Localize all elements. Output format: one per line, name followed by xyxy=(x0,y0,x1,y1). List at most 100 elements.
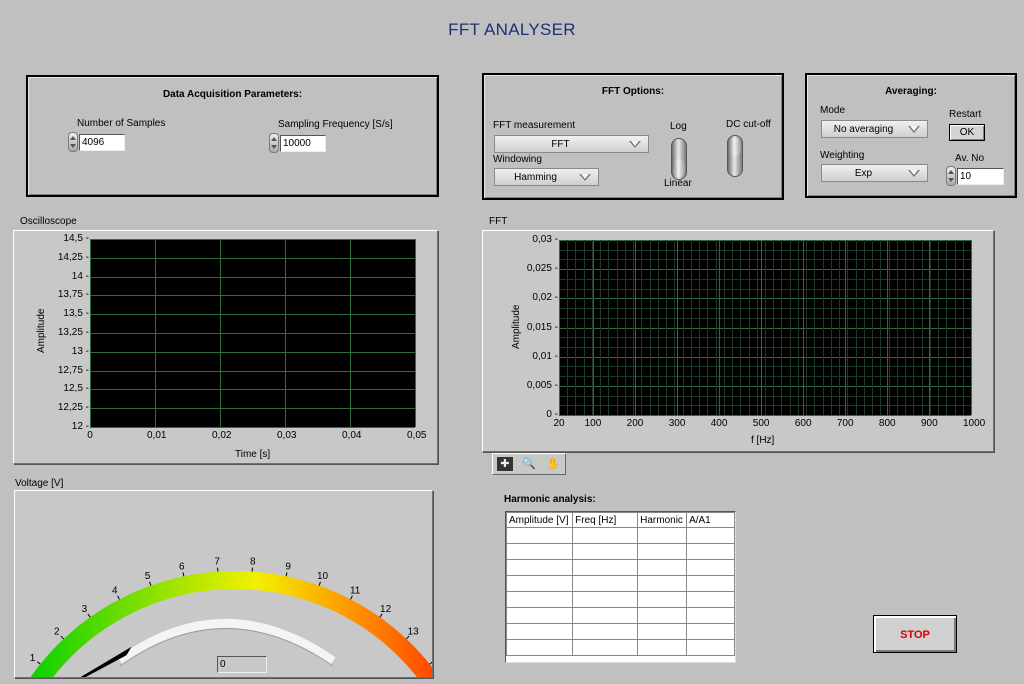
windowing-label: Windowing xyxy=(493,154,542,165)
averaging-panel: Averaging: Mode No averaging Restart OK … xyxy=(805,73,1017,198)
fft-minor-gridline xyxy=(954,240,956,415)
fft-minor-gridline xyxy=(830,240,832,415)
table-cell[interactable] xyxy=(506,575,574,592)
table-row[interactable] xyxy=(506,607,735,624)
table-cell[interactable] xyxy=(637,559,688,576)
table-cell[interactable] xyxy=(637,623,688,640)
fft-minor-gridline xyxy=(921,240,923,415)
harmonic-table[interactable]: Amplitude [V] Freq [Hz] Harmonic A/A1 xyxy=(505,511,736,663)
fft-minor-gridline xyxy=(699,240,701,415)
fs-spinner[interactable] xyxy=(269,133,279,153)
table-cell[interactable] xyxy=(637,543,688,560)
avno-input[interactable]: 10 xyxy=(957,167,1004,185)
table-row[interactable] xyxy=(506,575,735,592)
meter-tick xyxy=(182,572,185,577)
oscilloscope-gridline xyxy=(90,314,415,316)
measurement-select[interactable]: FFT xyxy=(494,135,649,153)
table-cell[interactable] xyxy=(506,607,574,624)
fft-plot-area[interactable] xyxy=(559,240,972,416)
oscilloscope-gridline xyxy=(90,427,415,428)
log-linear-toggle[interactable] xyxy=(671,138,687,180)
table-cell[interactable] xyxy=(637,639,688,656)
samples-input[interactable]: 4096 xyxy=(79,133,125,151)
harmonic-column-header[interactable]: Freq [Hz] xyxy=(572,512,639,528)
table-cell[interactable] xyxy=(572,623,639,640)
avno-spinner[interactable] xyxy=(946,166,956,186)
meter-scale-label: 5 xyxy=(145,571,151,582)
samples-spinner[interactable] xyxy=(68,132,78,152)
pan-hand-icon[interactable]: ✋ xyxy=(545,457,561,471)
table-cell[interactable] xyxy=(637,591,688,608)
fs-input[interactable]: 10000 xyxy=(280,134,326,152)
table-cell[interactable] xyxy=(686,575,735,592)
meter-scale-label: 6 xyxy=(179,561,185,572)
meter-tick xyxy=(285,572,288,577)
restart-ok-button[interactable]: OK xyxy=(949,124,985,141)
table-cell[interactable] xyxy=(686,559,735,576)
table-cell[interactable] xyxy=(686,543,735,560)
table-row[interactable] xyxy=(506,623,735,640)
table-row[interactable] xyxy=(506,639,735,656)
table-cell[interactable] xyxy=(572,527,639,544)
table-row[interactable] xyxy=(506,559,735,576)
table-cell[interactable] xyxy=(572,591,639,608)
table-cell[interactable] xyxy=(506,559,574,576)
fft-minor-gridline xyxy=(962,240,964,415)
fft-gridline xyxy=(971,240,972,415)
windowing-select[interactable]: Hamming xyxy=(494,168,599,186)
table-cell[interactable] xyxy=(686,607,735,624)
table-cell[interactable] xyxy=(686,591,735,608)
dc-cutoff-toggle[interactable] xyxy=(727,135,743,177)
table-row[interactable] xyxy=(506,543,735,560)
table-cell[interactable] xyxy=(637,575,688,592)
fft-xtick-label: 1000 xyxy=(963,418,986,429)
harmonic-column-header[interactable]: Amplitude [V] xyxy=(506,512,574,528)
table-cell[interactable] xyxy=(572,575,639,592)
stop-button[interactable]: STOP xyxy=(873,615,957,653)
fft-ytick-label: 0,025 - xyxy=(526,263,558,275)
table-cell[interactable] xyxy=(572,543,639,560)
table-row[interactable] xyxy=(506,591,735,608)
table-row[interactable] xyxy=(506,527,735,544)
meter-scale-label: 3 xyxy=(82,604,88,615)
chevron-down-icon xyxy=(908,126,920,133)
fft-minor-gridline xyxy=(814,240,816,415)
table-cell[interactable] xyxy=(572,607,639,624)
fft-minor-gridline xyxy=(781,240,783,415)
page-title: FFT ANALYSER xyxy=(448,20,576,39)
fft-graph-label: FFT xyxy=(489,216,508,227)
table-cell[interactable] xyxy=(506,591,574,608)
oscilloscope-gridline xyxy=(220,239,221,427)
table-cell[interactable] xyxy=(637,607,688,624)
samples-control: 4096 xyxy=(68,132,125,152)
fft-options-panel: FFT Options: FFT measurement FFT Windowi… xyxy=(482,73,784,200)
harmonic-column-header[interactable]: A/A1 xyxy=(686,512,735,528)
table-cell[interactable] xyxy=(506,639,574,656)
table-cell[interactable] xyxy=(686,527,735,544)
voltage-meter: 0123456789101112131415 0 xyxy=(14,490,433,678)
harmonic-column-header[interactable]: Harmonic xyxy=(637,512,688,528)
meter-scale-label: 13 xyxy=(408,627,420,638)
fft-gridline xyxy=(802,240,804,415)
table-cell[interactable] xyxy=(506,623,574,640)
table-cell[interactable] xyxy=(572,639,639,656)
oscilloscope-ytick-label: 13,25 - xyxy=(57,327,89,338)
table-cell[interactable] xyxy=(686,639,735,656)
fft-ytick-label: 0,01 - xyxy=(532,350,558,362)
fft-gridline xyxy=(676,240,678,415)
fft-minor-gridline xyxy=(905,240,907,415)
fft-minor-gridline xyxy=(748,240,750,415)
oscilloscope-plot-area[interactable] xyxy=(90,239,416,428)
table-cell[interactable] xyxy=(506,527,574,544)
mode-select[interactable]: No averaging xyxy=(821,120,928,138)
table-cell[interactable] xyxy=(686,623,735,640)
averaging-title: Averaging: xyxy=(885,86,937,97)
crosshair-icon[interactable]: ✚ xyxy=(497,457,513,471)
zoom-icon[interactable]: 🔍 xyxy=(521,457,537,471)
weighting-select[interactable]: Exp xyxy=(821,164,928,182)
table-cell[interactable] xyxy=(637,527,688,544)
table-cell[interactable] xyxy=(506,543,574,560)
fft-minor-gridline xyxy=(822,240,824,415)
meter-scale-label: 8 xyxy=(250,557,256,568)
table-cell[interactable] xyxy=(572,559,639,576)
